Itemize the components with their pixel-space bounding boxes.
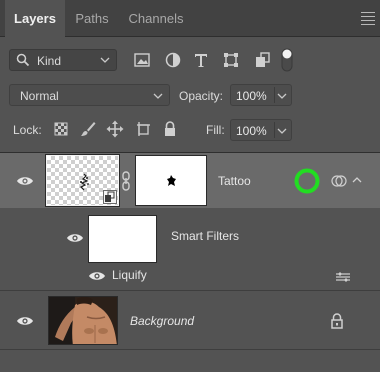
opacity-label: Opacity:	[179, 89, 224, 103]
lock-transparent-pixels-icon[interactable]	[52, 120, 70, 138]
lock-position-icon[interactable]	[106, 120, 124, 138]
tattoo-artwork-image	[79, 173, 89, 191]
visibility-eye-icon[interactable]	[16, 315, 34, 327]
chevron-down-icon[interactable]	[277, 126, 287, 136]
adjustment-filter-icon[interactable]	[163, 50, 183, 70]
collapse-arrow-icon[interactable]	[352, 176, 362, 184]
tab-channels[interactable]: Channels	[119, 0, 193, 37]
smart-filters-mask-thumbnail[interactable]	[88, 215, 157, 263]
highlight-circle-annotation	[294, 168, 320, 194]
tab-layers[interactable]: Layers	[5, 0, 65, 38]
man-photo-image	[49, 297, 117, 344]
layer-row-tattoo[interactable]: Tattoo	[0, 152, 380, 208]
lock-label: Lock:	[13, 123, 42, 137]
filter-kind-label: Kind	[37, 54, 62, 68]
filter-name-liquify[interactable]: Liquify	[112, 268, 147, 282]
chevron-down-icon[interactable]	[277, 91, 287, 101]
mask-shape-image	[167, 175, 176, 186]
tab-paths[interactable]: Paths	[66, 0, 118, 37]
lock-all-icon[interactable]	[161, 120, 179, 138]
fill-value: 100%	[236, 124, 267, 138]
smart-filters-label: Smart Filters	[171, 229, 240, 243]
opacity-field[interactable]: 100%	[230, 84, 292, 106]
blend-mode-value: Normal	[20, 89, 59, 103]
opacity-value: 100%	[236, 89, 267, 103]
image-filter-icon[interactable]	[132, 50, 152, 70]
chevron-down-icon	[100, 57, 110, 63]
search-icon	[16, 53, 30, 67]
layer-name-tattoo[interactable]: Tattoo	[218, 174, 251, 188]
visibility-eye-icon[interactable]	[88, 270, 106, 282]
filter-kind-select[interactable]: Kind	[9, 49, 117, 71]
smart-filters-row[interactable]: Smart Filters Liquify	[0, 208, 380, 289]
panel-tab-bar: Layers Paths Channels	[0, 0, 380, 38]
filter-blending-options-icon[interactable]	[334, 271, 352, 283]
smart-object-badge-icon	[103, 190, 117, 204]
layer-lock-icon[interactable]	[330, 313, 344, 329]
blend-mode-select[interactable]: Normal	[9, 84, 170, 106]
smart-object-filter-icon[interactable]	[252, 50, 272, 70]
filter-toggle-icon[interactable]	[280, 47, 294, 73]
visibility-eye-icon[interactable]	[66, 232, 84, 244]
shape-filter-icon[interactable]	[221, 50, 241, 70]
chevron-down-icon	[153, 93, 163, 99]
fill-label: Fill:	[206, 123, 225, 137]
lock-artboard-icon[interactable]	[134, 120, 152, 138]
layer-name-background[interactable]: Background	[130, 314, 194, 328]
lock-image-pixels-icon[interactable]	[79, 120, 97, 138]
layers-panel: Layers Paths Channels Kind Normal Opacit…	[0, 0, 380, 372]
visibility-eye-icon[interactable]	[16, 175, 34, 187]
layer-mask-thumbnail[interactable]	[135, 155, 207, 206]
fill-field[interactable]: 100%	[230, 119, 292, 141]
layer-thumbnail-tattoo[interactable]	[45, 154, 120, 207]
smart-filter-effects-icon[interactable]	[330, 173, 348, 189]
type-filter-icon[interactable]	[191, 50, 211, 70]
link-chain-icon[interactable]	[121, 171, 131, 191]
layer-thumbnail-background[interactable]	[48, 296, 118, 345]
layer-row-background[interactable]: Background	[0, 290, 380, 350]
panel-menu-icon[interactable]	[361, 10, 375, 25]
